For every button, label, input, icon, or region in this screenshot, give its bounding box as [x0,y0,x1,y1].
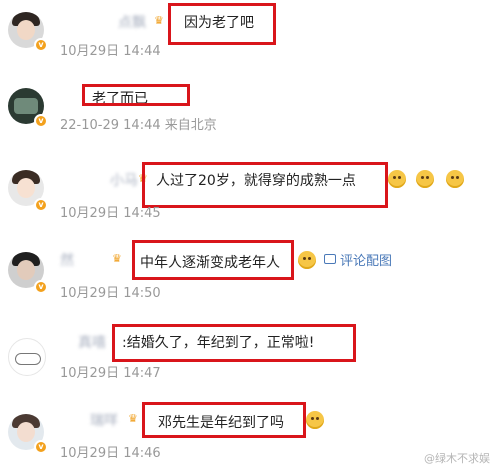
date: 10月29日 [60,44,120,59]
watermark: @绿木不求娱 [424,452,490,465]
username[interactable]: 小马 [110,170,138,190]
image-icon[interactable] [324,254,336,264]
crown-icon: ♛ [128,412,138,425]
highlight-box [82,84,190,106]
highlight-box [132,240,294,280]
verified-badge-icon: v [34,114,48,128]
doge-emoji-icon [306,411,324,429]
date: 10月29日 [60,206,120,221]
time: 14:46 [123,446,161,461]
doge-emoji-icon [298,251,316,269]
timestamp: 10月29日 14:46 [60,442,161,461]
timestamp: 10月29日 14:45 [60,202,161,221]
username[interactable]: 瑞咩 [90,410,118,430]
username[interactable]: 点飘 [118,12,146,32]
verified-badge-icon: v [34,440,48,454]
avatar[interactable] [8,338,46,376]
username[interactable]: 然 [60,250,74,270]
doge-emoji-icon [416,170,434,188]
verified-badge-icon: v [34,198,48,212]
comment-item: v 老了而已 22-10-29 14:44 来自北京 [0,80,500,158]
time: 14:50 [123,286,161,301]
comment-item: v 然 ♛ 中年人逐渐变成老年人 评论配图 10月29日 14:50 [0,238,500,316]
date: 10月29日 [60,286,120,301]
comment-item: 真嘻 :结婚久了，年纪到了，正常啦! 10月29日 14:47 [0,316,500,394]
timestamp: 10月29日 14:44 [60,40,161,59]
doge-emoji-icon [446,170,464,188]
crown-icon: ♛ [154,14,164,27]
timestamp: 10月29日 14:47 [60,362,161,381]
comment-item: v 点飘 ♛ 因为老了吧 10月29日 14:44 [0,0,500,78]
doge-emoji-icon [388,170,406,188]
timestamp: 22-10-29 14:44 来自北京 [60,114,217,133]
time: 14:45 [123,206,161,221]
verified-badge-icon: v [34,280,48,294]
highlight-box [168,3,276,45]
username[interactable]: 真嘻 [78,332,106,352]
date: 22-10-29 [60,118,120,133]
comment-item: v 小马 ♛ 人过了20岁，就得穿的成熟一点 10月29日 14:45 [0,160,500,238]
time: 14:44 [123,118,161,133]
highlight-box [112,324,356,362]
highlight-box [142,162,388,208]
view-image-link[interactable]: 评论配图 [340,250,392,269]
location: 来自北京 [164,118,217,133]
time: 14:47 [123,366,161,381]
timestamp: 10月29日 14:50 [60,282,161,301]
time: 14:44 [123,44,161,59]
verified-badge-icon: v [34,38,48,52]
highlight-box [142,402,306,438]
crown-icon: ♛ [112,252,122,265]
date: 10月29日 [60,366,120,381]
date: 10月29日 [60,446,120,461]
